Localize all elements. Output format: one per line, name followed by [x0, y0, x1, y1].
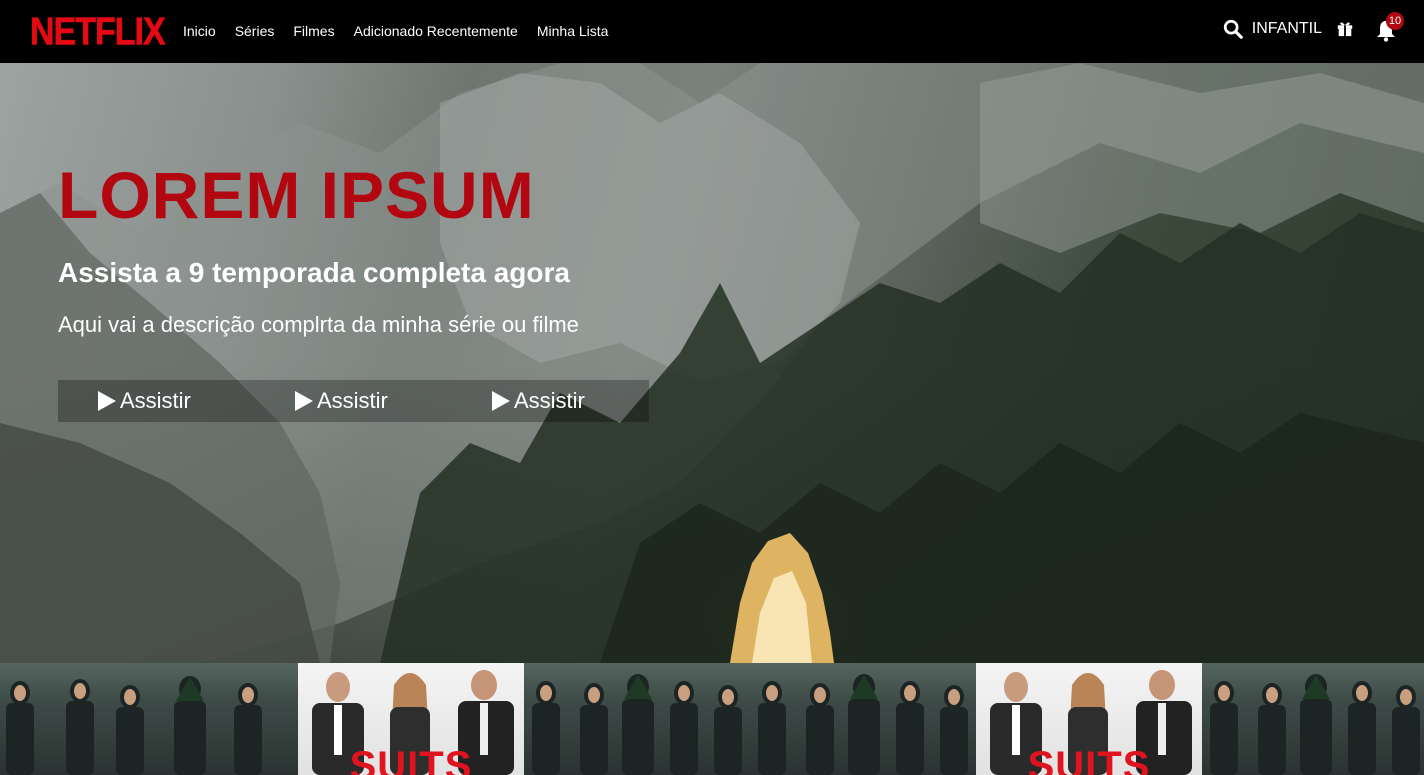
poster-image — [532, 674, 742, 775]
poster-image — [758, 674, 968, 775]
main-nav: Inicio Séries Filmes Adicionado Recentem… — [183, 23, 608, 39]
header-actions: INFANTIL 10 — [1222, 12, 1404, 42]
notifications[interactable]: 10 — [1376, 12, 1404, 42]
notification-badge: 10 — [1386, 12, 1404, 30]
poster-image — [6, 676, 262, 775]
play-icon — [98, 391, 116, 411]
top-navigation-bar: NETFLIX Inicio Séries Filmes Adicionado … — [0, 0, 1424, 63]
watch-button-2[interactable]: Assistir — [255, 380, 452, 422]
gift-icon[interactable] — [1336, 19, 1354, 37]
netflix-logo[interactable]: NETFLIX — [30, 10, 166, 55]
thumbnail-arrow[interactable] — [750, 663, 976, 775]
play-icon — [295, 391, 313, 411]
thumbnail-arrow[interactable] — [1202, 663, 1424, 775]
watch-button-label: Assistir — [317, 388, 388, 413]
nav-series[interactable]: Séries — [235, 23, 275, 39]
poster-image — [1210, 674, 1420, 775]
suits-logo-text: SUITS — [349, 744, 473, 775]
nav-minha-lista[interactable]: Minha Lista — [537, 23, 609, 39]
hero-description: Aqui vai a descrição complrta da minha s… — [58, 312, 579, 337]
watch-button-label: Assistir — [514, 388, 585, 413]
nav-inicio[interactable]: Inicio — [183, 23, 216, 39]
nav-filmes[interactable]: Filmes — [293, 23, 334, 39]
title-row: SUITS SUITS — [0, 663, 1424, 775]
hero-buttons: Assistir Assistir Assistir — [58, 380, 649, 422]
watch-button-label: Assistir — [120, 388, 191, 413]
hero-banner: LOREM IPSUM Assista a 9 temporada comple… — [0, 63, 1424, 663]
hero-title: LOREM IPSUM — [58, 158, 535, 232]
watch-button-1[interactable]: Assistir — [58, 380, 255, 422]
hero-subtitle: Assista a 9 temporada completa agora — [58, 257, 570, 288]
suits-logo-text: SUITS — [1027, 744, 1151, 775]
thumbnail-suits[interactable]: SUITS — [976, 663, 1202, 775]
thumbnail-arrow[interactable] — [0, 663, 298, 775]
hero-background-image — [0, 63, 1424, 663]
nav-adicionado-recentemente[interactable]: Adicionado Recentemente — [354, 23, 518, 39]
thumbnail-suits[interactable]: SUITS — [298, 663, 524, 775]
play-icon — [492, 391, 510, 411]
kids-link[interactable]: INFANTIL — [1252, 20, 1322, 38]
search-icon[interactable] — [1222, 18, 1244, 40]
thumbnail-arrow[interactable] — [524, 663, 750, 775]
watch-button-3[interactable]: Assistir — [452, 380, 649, 422]
